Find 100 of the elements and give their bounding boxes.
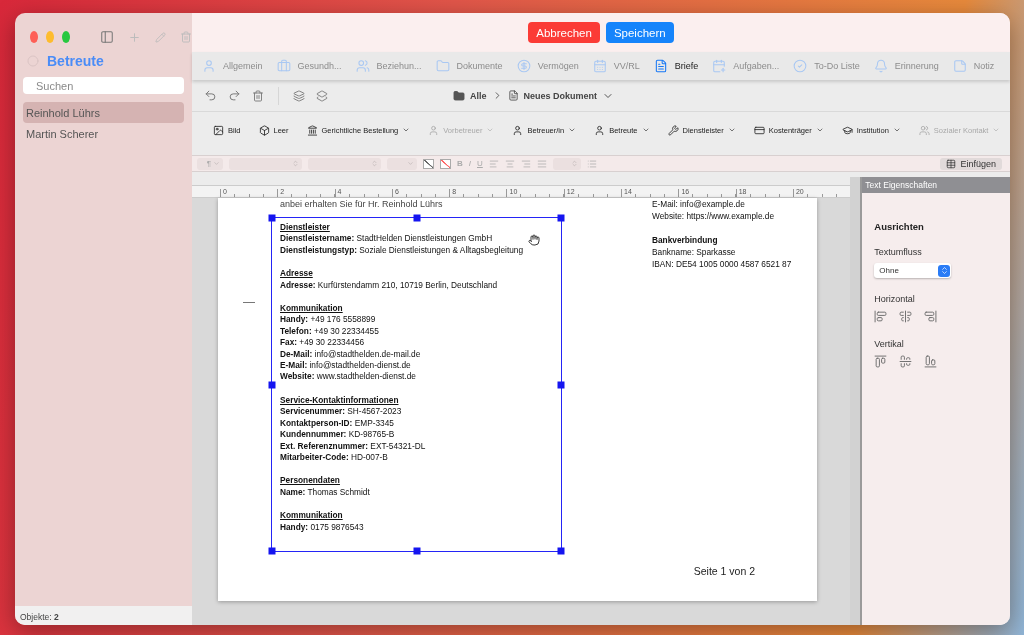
resize-handle[interactable] [268, 381, 276, 388]
redo-icon[interactable] [228, 89, 241, 102]
align-center-icon [899, 310, 913, 323]
tab[interactable]: Dokumente [435, 59, 503, 73]
resize-handle[interactable] [268, 214, 276, 222]
align-right-icon [924, 310, 938, 323]
folder-icon [453, 89, 465, 102]
calendar-plus-icon [712, 59, 727, 73]
tab[interactable]: Notiz [952, 59, 995, 73]
resize-handle[interactable] [413, 547, 420, 555]
undo-icon[interactable] [204, 89, 217, 102]
bold-button[interactable]: B [457, 159, 463, 168]
wrap-select[interactable]: Ohne [874, 263, 952, 278]
fill-color-swatch[interactable] [440, 158, 451, 169]
intro-text: anbei erhalten Sie für Hr. Reinhold Lührs [280, 198, 444, 209]
briefcase-icon [276, 59, 291, 73]
check-circle-icon [793, 59, 808, 73]
stepper-icon [371, 160, 378, 167]
detail-line: Bankname: Sparkasse [652, 246, 737, 258]
stepper-icon [292, 160, 299, 167]
tab[interactable]: Aufgaben... [712, 59, 780, 73]
align-middle-button[interactable] [899, 355, 913, 368]
section-heading: Kommunikation [280, 510, 344, 522]
field-label: Horizontal [874, 294, 916, 304]
stepper-icon [939, 266, 949, 275]
paragraph-style-select[interactable]: ¶ [197, 157, 223, 170]
panel-heading: Ausrichten [874, 221, 925, 232]
save-button[interactable]: Speichern [605, 22, 674, 43]
insert-button[interactable]: Einfügen [940, 157, 1002, 170]
people-icon [918, 124, 930, 136]
section-heading: Dienstleister [280, 222, 331, 234]
person-icon [202, 59, 216, 73]
detail-line: De-Mail: info@stadthelden.de-mail.de [280, 348, 421, 361]
person-icon [594, 124, 606, 136]
graduation-cap-icon [841, 124, 853, 136]
object-count: Objekte: 2 [20, 612, 59, 622]
resize-handle[interactable] [557, 214, 565, 222]
sidebar-item[interactable]: Reinhold Lührs [23, 102, 184, 123]
tab[interactable]: Gesundh... [276, 59, 342, 73]
tab[interactable]: Briefe [653, 59, 699, 73]
align-center-button[interactable] [899, 310, 913, 323]
detail-line: Dienstleistungstyp: Soziale Dienstleistungen & Alltagsbegleitung [280, 244, 524, 257]
card-icon [753, 124, 765, 136]
calendar-icon [592, 59, 607, 73]
folder-icon [435, 59, 450, 73]
section-heading: Personendaten [280, 475, 341, 487]
text-color-swatch[interactable] [423, 158, 434, 169]
align-bottom-button[interactable] [924, 355, 938, 368]
detail-line: Dienstleistername: StadtHelden Dienstleistungen GmbH [280, 233, 493, 245]
tab[interactable]: Erinnerung [873, 59, 939, 73]
hand-cursor-icon [528, 234, 540, 246]
field-label: Vertikal [874, 339, 905, 349]
page-number: Seite 1 von 2 [693, 565, 755, 577]
close-button[interactable] [30, 31, 38, 43]
detail-line: Name: Thomas Schmidt [280, 486, 370, 499]
document-icon [653, 59, 668, 73]
align-top-icon [874, 355, 888, 368]
panel-title: Text Eigenschaften [862, 177, 1010, 193]
field-label: Textumfluss [874, 247, 923, 257]
align-middle-icon [899, 355, 913, 368]
person-icon [428, 124, 440, 136]
breadcrumb-link[interactable]: Neues Dokument [523, 90, 598, 101]
italic-button[interactable]: I [468, 159, 471, 168]
section-heading: Adresse [280, 268, 314, 280]
tab[interactable]: Vermögen [516, 59, 579, 73]
align-left-button[interactable] [874, 310, 888, 323]
layers-icon[interactable] [293, 89, 305, 102]
align-top-button[interactable] [874, 355, 888, 368]
detail-line: E-Mail: info@stadthelden-dienst.de [280, 360, 411, 372]
detail-line: Handy: 0175 9876543 [280, 521, 364, 533]
sidebar-toggle-icon[interactable] [100, 30, 114, 44]
document-icon [507, 90, 519, 101]
breadcrumb-link[interactable]: Alle [470, 90, 487, 101]
text-frame[interactable] [271, 217, 562, 552]
sidebar-title: Betreute [47, 53, 104, 69]
sidebar-item[interactable]: Martin Scherer [23, 123, 184, 144]
align-right-button[interactable] [924, 310, 938, 323]
tab[interactable]: Allgemein [202, 59, 263, 73]
tab[interactable]: Beziehun... [355, 59, 422, 73]
tab[interactable]: To-Do Liste [793, 59, 860, 73]
detail-line: Ext. Referenznummer: EXT-54321-DL [280, 440, 426, 452]
tab[interactable]: VV/RL [592, 59, 640, 73]
detail-line: Adresse: Kurfürstendamm 210, 10719 Berlin, Deutschland [280, 279, 498, 292]
chevron-down-icon [407, 160, 414, 167]
layers-icon[interactable] [316, 89, 328, 102]
wrench-icon [667, 124, 679, 136]
cancel-button[interactable]: Abbrechen [528, 22, 600, 43]
detail-line: Servicenummer: SH-4567-2023 [280, 406, 402, 418]
underline-button[interactable]: U [477, 159, 483, 168]
section-heading: Service-Kontaktinformationen [280, 394, 400, 407]
detail-line: Handy: +49 176 5558899 [280, 314, 376, 326]
resize-handle[interactable] [268, 547, 276, 555]
resize-handle[interactable] [557, 547, 565, 555]
section-heading: Kommunikation [280, 303, 344, 315]
resize-handle[interactable] [413, 214, 420, 222]
resize-handle[interactable] [557, 381, 565, 388]
stepper-icon [570, 160, 578, 167]
person-icon [512, 124, 524, 136]
coin-icon [516, 59, 531, 73]
trash-icon[interactable] [252, 89, 264, 102]
